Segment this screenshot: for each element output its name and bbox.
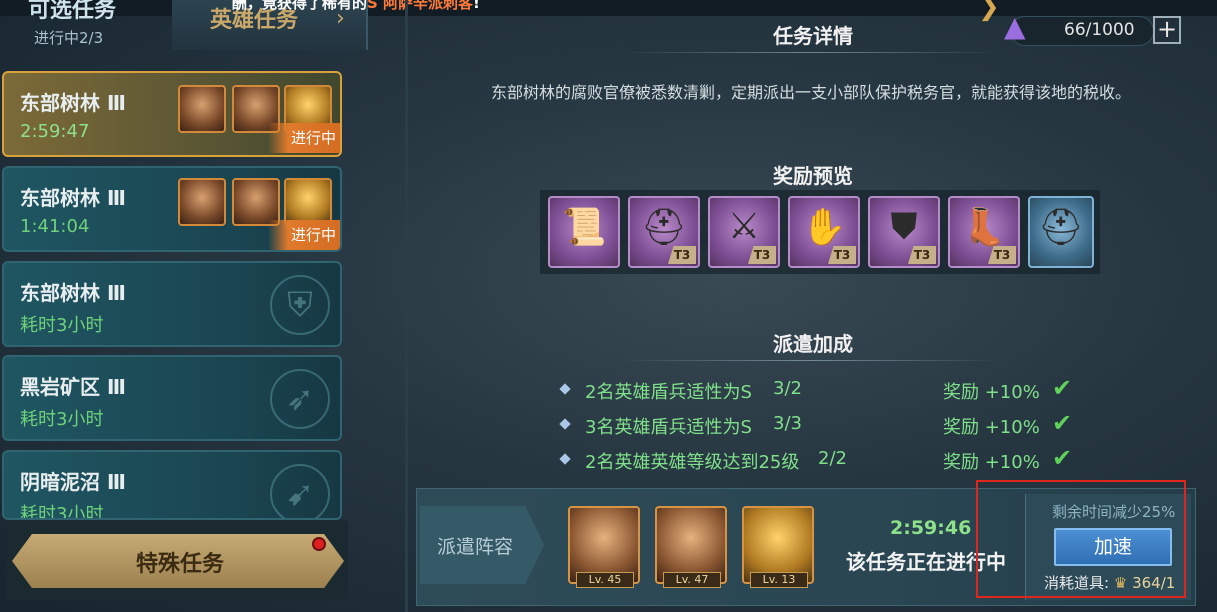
tier-badge: T3 — [988, 246, 1016, 264]
gauntlet-icon: ✋ — [801, 207, 847, 248]
task-description: 东部树林的腐败官僚被悉数清剿，定期派出一支小部队保护税务官，就能获得该地的税收。 — [490, 83, 1131, 102]
bonus-progress: 3/3 — [773, 413, 802, 434]
reward-item[interactable]: 📜 — [548, 196, 620, 268]
armor-icon: ⛊ — [890, 206, 918, 247]
available-tasks-progress: 进行中2/3 — [34, 29, 104, 47]
bonus-condition: 3名英雄盾兵适性为S — [585, 417, 752, 438]
notice-banner: 酬，竟获得了稀有的S 阿萨辛派刺客! — [232, 0, 480, 13]
bonus-progress: 2/2 — [818, 448, 847, 469]
tier-badge: T3 — [828, 246, 856, 264]
tier-badge: T3 — [908, 246, 936, 264]
bullet-icon — [559, 383, 571, 395]
bullet-icon — [559, 453, 571, 465]
title-underline — [620, 360, 1000, 361]
bonus-condition: 2名英雄英雄等级达到25级 — [585, 452, 800, 473]
hero-card[interactable]: Lv. 47 — [655, 506, 727, 588]
corner-arrow-icon: ❯ — [978, 0, 1000, 22]
shield-icon: ⛨ — [270, 275, 330, 335]
title-underline — [620, 52, 1000, 53]
scroll-icon: 📜 — [561, 207, 607, 248]
hero-portrait — [178, 85, 226, 133]
sword-icon: ⚔ — [727, 206, 761, 247]
reward-item[interactable]: ⛊ T3 — [868, 196, 940, 268]
task-item-dark-swamp[interactable]: 阴暗泥沼 Ⅲ 耗时3小时 ➹ — [2, 450, 342, 520]
notice-highlight: S 阿萨辛派刺客 — [367, 0, 474, 12]
reward-preview-title: 奖励预览 — [773, 164, 853, 188]
hero-level: Lv. 47 — [663, 572, 721, 588]
in-progress-badge: 进行中 — [268, 123, 340, 153]
task-item-black-rock-mine[interactable]: 黑岩矿区 Ⅲ 耗时3小时 ➶ — [2, 355, 342, 441]
helmet-icon: ⛑ — [1038, 207, 1084, 248]
bonus-reward: 奖励 +10% — [943, 417, 1040, 438]
highlight-box — [976, 480, 1186, 598]
tier-badge: T3 — [748, 246, 776, 264]
task-duration: 耗时3小时 — [20, 315, 104, 336]
add-currency-button[interactable]: + — [1153, 16, 1181, 44]
notice-suffix: ! — [473, 0, 480, 12]
reward-item[interactable]: 👢 T3 — [948, 196, 1020, 268]
dispatch-bonus-title: 派遣加成 — [773, 332, 853, 356]
boots-icon: 👢 — [961, 207, 1007, 248]
task-item-east-forest-1[interactable]: 东部树林 Ⅲ 2:59:47 进行中 — [2, 71, 342, 157]
reward-item[interactable]: ⛑ — [1028, 196, 1094, 268]
hero-level: Lv. 45 — [576, 572, 634, 588]
bonus-reward: 奖励 +10% — [943, 382, 1040, 403]
spear-icon: ➹ — [270, 464, 330, 518]
panel-divider — [405, 0, 408, 612]
check-icon: ✔ — [1052, 409, 1073, 437]
bonus-condition: 2名英雄盾兵适性为S — [585, 382, 752, 403]
notice-prefix: 酬，竟获得了稀有的 — [232, 0, 368, 12]
dispatch-timer: 2:59:46 — [890, 517, 972, 539]
bonus-reward: 奖励 +10% — [943, 452, 1040, 473]
task-name: 阴暗泥沼 Ⅲ — [20, 470, 126, 494]
wizard-hat-icon: ▲ — [1004, 10, 1026, 43]
reward-item[interactable]: ✋ T3 — [788, 196, 860, 268]
notification-dot — [312, 537, 326, 551]
task-timer: 2:59:47 — [20, 121, 90, 142]
hero-portrait — [178, 178, 226, 226]
hero-card[interactable]: Lv. 13 — [742, 506, 814, 588]
reward-item[interactable]: ⛑ T3 — [628, 196, 700, 268]
available-tasks-title: 可选任务 — [28, 0, 117, 23]
bonus-progress: 3/2 — [773, 378, 802, 399]
hero-level: Lv. 13 — [750, 572, 808, 588]
task-name: 东部树林 Ⅲ — [20, 186, 126, 210]
lineup-label: 派遣阵容 — [436, 536, 513, 558]
in-progress-badge: 进行中 — [268, 220, 340, 250]
currency-value: 66/1000 — [1064, 20, 1135, 40]
task-details-title: 任务详情 — [773, 24, 853, 48]
check-icon: ✔ — [1052, 374, 1073, 402]
hero-card[interactable]: Lv. 45 — [568, 506, 640, 588]
task-timer: 1:41:04 — [20, 216, 90, 237]
task-item-east-forest-3[interactable]: 东部树林 Ⅲ 耗时3小时 ⛨ — [2, 261, 342, 347]
bow-icon: ➶ — [270, 369, 330, 429]
task-name: 东部树林 Ⅲ — [20, 91, 126, 115]
tier-badge: T3 — [668, 246, 696, 264]
reward-item[interactable]: ⚔ T3 — [708, 196, 780, 268]
special-task-label: 特殊任务 — [135, 552, 224, 577]
check-icon: ✔ — [1052, 444, 1073, 472]
task-name: 黑岩矿区 Ⅲ — [20, 375, 126, 399]
hero-portrait — [284, 178, 332, 226]
task-duration: 耗时3小时 — [20, 504, 104, 520]
task-item-east-forest-2[interactable]: 东部树林 Ⅲ 1:41:04 进行中 — [2, 166, 342, 252]
task-name: 东部树林 Ⅲ — [20, 281, 126, 305]
bullet-icon — [559, 418, 571, 430]
task-duration: 耗时3小时 — [20, 409, 104, 430]
hero-portrait — [232, 178, 280, 226]
helmet-icon: ⛑ — [641, 207, 687, 248]
